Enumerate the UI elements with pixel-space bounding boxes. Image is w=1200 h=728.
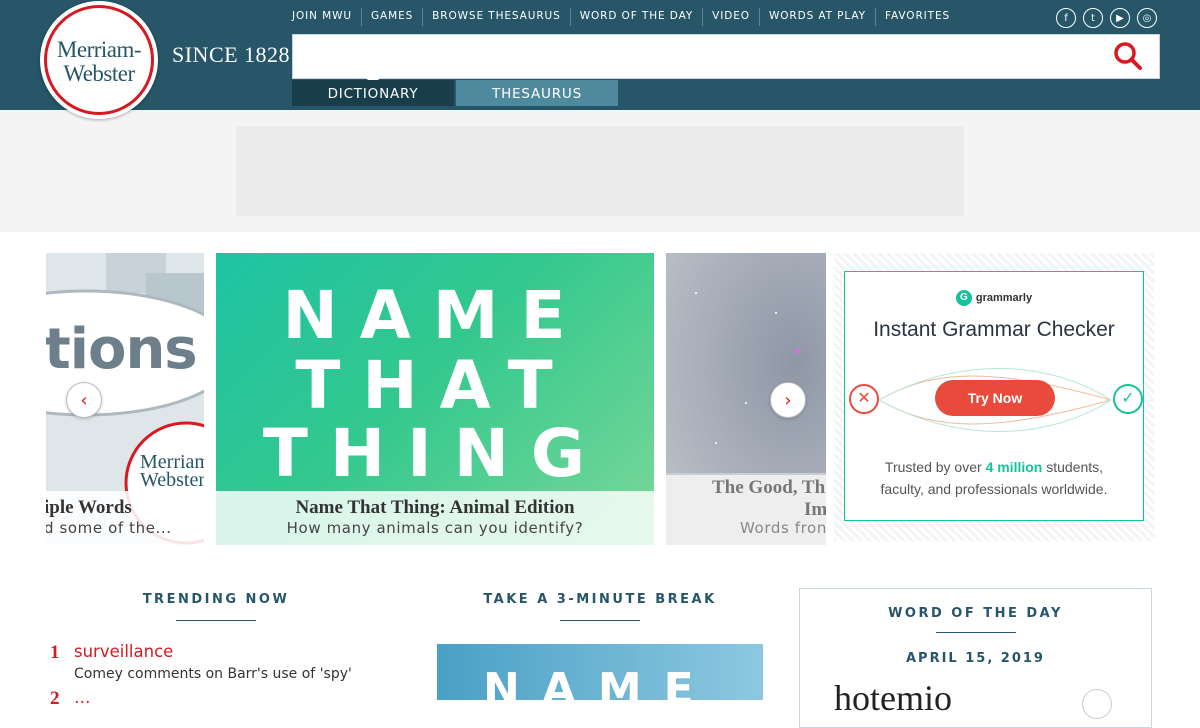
search-input[interactable]	[301, 41, 1101, 73]
card-main-line-1: NAME	[282, 277, 588, 354]
card-next-title: The Good, Th	[712, 477, 826, 498]
trending-heading: TRENDING NOW	[142, 592, 290, 607]
ad-text-bold: 4 million	[985, 459, 1043, 475]
grammarly-logo-icon: G	[955, 290, 972, 306]
card-main-line-3: THING	[262, 415, 608, 492]
site-header: JOIN MWU GAMES BROWSE THESAURUS WORD OF …	[0, 0, 1200, 110]
word-of-the-day-box[interactable]: WORD OF THE DAY APRIL 15, 2019 hotemio	[799, 588, 1152, 728]
error-icon: ✕	[849, 384, 879, 414]
check-icon: ✓	[1113, 384, 1143, 414]
break-quiz-image[interactable]: NAME	[437, 644, 763, 700]
trending-word[interactable]: surveillance	[74, 642, 173, 661]
logo-line-2: Webster	[63, 61, 135, 86]
top-nav: JOIN MWU GAMES BROWSE THESAURUS WORD OF …	[283, 8, 959, 26]
trending-description: Comey comments on Barr's use of 'spy'	[74, 666, 352, 682]
trending-rule	[176, 620, 256, 621]
twitter-icon[interactable]: t	[1083, 8, 1103, 28]
break-rule	[560, 620, 640, 621]
break-image-text: NAME	[483, 664, 716, 700]
card-next-caption: The Good, Th Im Words fron	[666, 475, 826, 545]
tab-dictionary[interactable]: DICTIONARY	[292, 80, 454, 106]
ad-text: Trusted by over 4 million students, facu…	[845, 456, 1143, 500]
ad-text-after: students,	[1042, 459, 1104, 475]
ad-title: Instant Grammar Checker	[873, 318, 1115, 341]
logo-line-1: Merriam-	[56, 37, 142, 62]
leaderboard-ad-slot	[236, 126, 964, 216]
card-main-title: Name That Thing: Animal Edition	[295, 497, 575, 518]
nav-games[interactable]: GAMES	[360, 8, 422, 26]
social-links: f t ▶ ◎	[1056, 8, 1157, 28]
sidebar-ad: G grammarly Instant Grammar Checker ✕ ✓ …	[834, 253, 1154, 541]
grammarly-ad[interactable]: G grammarly Instant Grammar Checker ✕ ✓ …	[844, 271, 1144, 521]
card-main-caption: Name That Thing: Animal Edition How many…	[216, 491, 654, 545]
logo-text: Merriam- Webster	[40, 38, 158, 86]
nav-browse-thesaurus[interactable]: BROWSE THESAURUS	[422, 8, 570, 26]
grammarly-brand-name: grammarly	[975, 292, 1033, 304]
card-prev-image-text: tions	[46, 317, 198, 382]
tab-thesaurus[interactable]: THESAURUS	[456, 80, 618, 106]
chevron-right-icon: ›	[784, 389, 792, 411]
nav-join-mwu[interactable]: JOIN MWU	[283, 8, 361, 26]
try-now-button[interactable]: Try Now	[935, 380, 1055, 416]
audio-button[interactable]	[1082, 689, 1112, 719]
wotd-heading: WORD OF THE DAY	[888, 606, 1063, 621]
card-prev-watermark-line-2: Webster	[140, 469, 204, 491]
card-prev-caption: iple Words d some of the...	[46, 491, 204, 545]
ad-text-line-2: faculty, and professionals worldwide.	[880, 481, 1108, 497]
nav-word-of-the-day[interactable]: WORD OF THE DAY	[569, 8, 702, 26]
trending-rank: 2	[50, 688, 60, 709]
card-next-subtitle: Words fron	[740, 519, 826, 537]
chevron-left-icon: ‹	[80, 389, 88, 411]
carousel-next-button[interactable]: ›	[770, 382, 806, 418]
search-box	[292, 34, 1160, 79]
since-1828: SINCE 1828	[172, 42, 291, 67]
card-prev-title: iple Words	[46, 497, 132, 518]
carousel-prev-button[interactable]: ‹	[66, 382, 102, 418]
carousel-card-current[interactable]: NAME THAT THING Name That Thing: Animal …	[216, 253, 654, 545]
grammarly-brand: G grammarly	[845, 290, 1143, 306]
break-heading: TAKE A 3-MINUTE BREAK	[483, 592, 717, 607]
youtube-icon[interactable]: ▶	[1110, 8, 1130, 28]
trending-word[interactable]: …	[74, 688, 91, 707]
card-main-subtitle: How many animals can you identify?	[286, 519, 584, 537]
nav-words-at-play[interactable]: WORDS AT PLAY	[758, 8, 875, 26]
ad-text-before: Trusted by over	[884, 459, 986, 475]
merriam-webster-logo[interactable]: Merriam- Webster	[40, 1, 158, 119]
wotd-date: APRIL 15, 2019	[906, 651, 1045, 666]
search-icon[interactable]	[1112, 40, 1144, 72]
nav-video[interactable]: VIDEO	[702, 8, 759, 26]
wotd-word[interactable]: hotemio	[834, 677, 952, 719]
facebook-icon[interactable]: f	[1056, 8, 1076, 28]
wotd-rule	[936, 632, 1016, 633]
trending-rank: 1	[50, 642, 60, 663]
card-prev-subtitle: d some of the...	[46, 519, 172, 537]
card-main-line-2: THAT	[295, 347, 575, 424]
nav-favorites[interactable]: FAVORITES	[875, 8, 959, 26]
ad-band	[0, 110, 1200, 232]
instagram-icon[interactable]: ◎	[1137, 8, 1157, 28]
card-next-title-2: Im	[804, 499, 826, 520]
card-prev-watermark: Merriam Webster	[140, 452, 204, 491]
